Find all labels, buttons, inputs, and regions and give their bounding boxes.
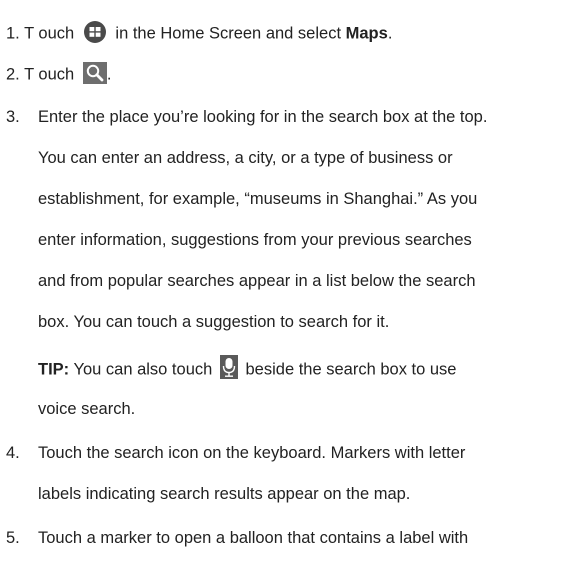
step-5-number: 5. <box>6 529 20 547</box>
step-4-line-1: Touch the search icon on the keyboard. M… <box>38 444 466 462</box>
step-3-line-1: Enter the place you’re looking for in th… <box>38 108 488 126</box>
step-3-line-4: enter information, suggestions from your… <box>38 231 472 249</box>
tip-text-start: You can also touch <box>73 360 213 379</box>
microphone-icon <box>219 355 238 379</box>
step-1-period: . <box>387 24 393 43</box>
step-2: 2. T ouch . <box>6 62 112 86</box>
step-3-line-5: and from popular searches appear in a li… <box>38 272 476 290</box>
step-5-line-1: Touch a marker to open a balloon that co… <box>38 529 469 547</box>
tip-line-1: TIP: You can also touch beside the searc… <box>38 355 457 382</box>
step-3-number: 3. <box>6 108 20 126</box>
tip-text-end: beside the search box to use <box>245 360 457 379</box>
step-2-number: 2. <box>6 65 20 84</box>
step-3-line-3: establishment, for example, “museums in … <box>38 190 478 208</box>
step-4-line-2: labels indicating search results appear … <box>38 485 411 503</box>
step-3-line-2: You can enter an address, a city, or a t… <box>38 149 453 167</box>
step-1-text-start: T ouch <box>24 24 75 43</box>
step-4-number: 4. <box>6 444 20 462</box>
instruction-page: 1. T ouch in the Home Screen and select … <box>0 0 584 574</box>
step-1-text-mid: in the Home Screen and select <box>115 24 342 43</box>
step-2-period: . <box>106 65 112 84</box>
maps-app-name: Maps <box>345 24 388 43</box>
tip-line-2: voice search. <box>38 400 136 418</box>
apps-grid-icon <box>83 20 107 44</box>
magnifier-icon <box>82 62 107 84</box>
step-2-text: T ouch <box>24 65 75 84</box>
step-1-number: 1. <box>6 24 20 43</box>
step-1: 1. T ouch in the Home Screen and select … <box>6 20 393 46</box>
tip-label: TIP: <box>38 360 70 379</box>
step-3-line-6: box. You can touch a suggestion to searc… <box>38 313 390 331</box>
